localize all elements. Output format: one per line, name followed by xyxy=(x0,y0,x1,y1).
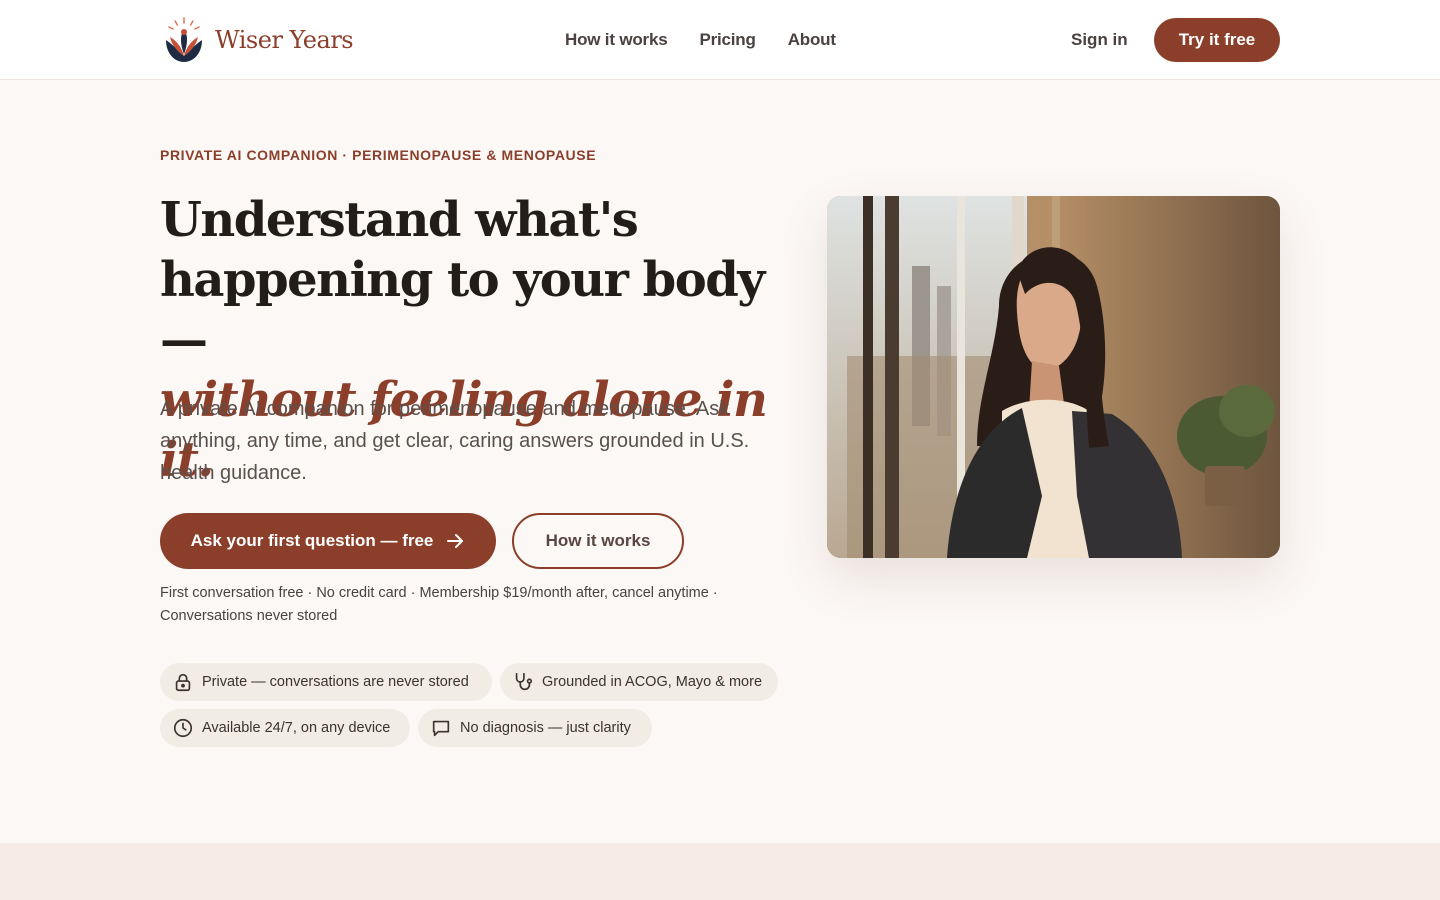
headline-line-1: Understand what's xyxy=(160,192,639,248)
clock-icon xyxy=(173,718,193,738)
try-free-button[interactable]: Try it free xyxy=(1154,18,1280,62)
brand-logo[interactable]: Wiser Years xyxy=(163,16,354,64)
ask-first-question-button[interactable]: Ask your first question — free xyxy=(160,513,496,569)
primary-nav: How it works Pricing About xyxy=(565,30,836,50)
lock-icon xyxy=(175,673,191,692)
brand-name: Wiser Years xyxy=(215,26,354,54)
woman-by-window-image xyxy=(827,196,1280,558)
stethoscope-icon xyxy=(515,672,533,691)
arrow-right-icon xyxy=(447,534,464,548)
how-it-works-button[interactable]: How it works xyxy=(512,513,684,569)
next-section-band xyxy=(0,843,1440,900)
feature-pill-no-diagnosis: No diagnosis — just clarity xyxy=(418,709,652,747)
feature-pill-private: Private — conversations are never stored xyxy=(160,663,492,701)
headline-line-2: happening to your body — xyxy=(160,252,765,368)
top-nav: Wiser Years How it works Pricing About S… xyxy=(0,0,1440,80)
feature-pill-grounded: Grounded in ACOG, Mayo & more xyxy=(500,663,778,701)
ask-first-question-label: Ask your first question — free xyxy=(190,531,434,550)
nav-link-about[interactable]: About xyxy=(788,30,836,50)
lotus-logo-icon xyxy=(166,17,202,62)
feature-label-available: Available 24/7, on any device xyxy=(202,720,391,736)
pricing-fineprint: First conversation free · No credit card… xyxy=(160,585,718,624)
nav-link-pricing[interactable]: Pricing xyxy=(699,30,755,50)
hero-description: A private AI companion for perimenopause… xyxy=(160,398,750,484)
feature-label-private: Private — conversations are never stored xyxy=(202,674,469,690)
chat-bubble-icon xyxy=(432,720,450,737)
feature-pill-available: Available 24/7, on any device xyxy=(160,709,410,747)
sign-in-link[interactable]: Sign in xyxy=(1071,30,1128,50)
hero-eyebrow: PRIVATE AI COMPANION · PERIMENOPAUSE & M… xyxy=(160,147,597,163)
hero-photo xyxy=(827,196,1280,558)
feature-label-grounded: Grounded in ACOG, Mayo & more xyxy=(542,674,763,690)
feature-label-no-diagnosis: No diagnosis — just clarity xyxy=(460,720,631,736)
nav-link-how-it-works[interactable]: How it works xyxy=(565,30,668,50)
